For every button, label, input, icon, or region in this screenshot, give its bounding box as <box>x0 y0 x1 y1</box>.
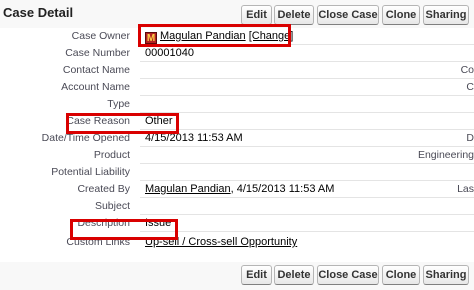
field-row-case-number: Case Number 00001040 <box>0 45 474 62</box>
field-label: Created By <box>77 183 130 195</box>
field-label: Case Owner <box>71 30 130 42</box>
upsell-link[interactable]: Up-sell / Cross-sell Opportunity <box>145 236 297 248</box>
close-case-button-bottom[interactable]: Close Case <box>317 265 379 285</box>
right-field-label: C <box>466 81 474 93</box>
field-value: Up-sell / Cross-sell Opportunity <box>145 236 297 248</box>
field-row-created-by: Created By Magulan Pandian, 4/15/2013 11… <box>0 181 474 198</box>
right-field-label: Las <box>457 183 474 195</box>
created-date: , 4/15/2013 11:53 AM <box>230 183 335 195</box>
field-value: M Magulan Pandian [Change] <box>145 30 293 44</box>
clone-button[interactable]: Clone <box>382 5 420 25</box>
field-label: Case Number <box>65 47 130 59</box>
right-field-label: D <box>466 132 474 144</box>
right-field-label: Engineering <box>417 149 474 161</box>
field-label: Contact Name <box>62 64 130 76</box>
field-value: Other <box>145 115 173 127</box>
edit-button-bottom[interactable]: Edit <box>241 265 272 285</box>
field-row-date-opened: Date/Time Opened 4/15/2013 11:53 AM D <box>0 130 474 147</box>
bottom-button-bar: Edit Delete Close Case Clone Sharing <box>0 265 474 290</box>
field-value: Magulan Pandian, 4/15/2013 11:53 AM <box>145 183 334 195</box>
field-row-description: Description Issue <box>0 215 474 232</box>
field-label: Custom Links <box>66 236 130 248</box>
edit-button[interactable]: Edit <box>241 5 272 25</box>
sharing-button[interactable]: Sharing <box>423 5 469 25</box>
user-avatar-icon: M <box>145 32 157 44</box>
field-value: 4/15/2013 11:53 AM <box>145 132 243 144</box>
change-owner-link[interactable]: [Change] <box>249 30 294 42</box>
field-row-account-name: Account Name C <box>0 79 474 96</box>
owner-link[interactable]: Magulan Pandian <box>160 30 246 42</box>
field-label: Account Name <box>61 81 130 93</box>
delete-button-bottom[interactable]: Delete <box>274 265 314 285</box>
case-detail-section: Case Owner M Magulan Pandian [Change] Cas… <box>0 28 474 262</box>
field-label: Potential Liability <box>51 166 130 178</box>
field-label: Subject <box>94 200 130 212</box>
field-label: Product <box>93 149 130 161</box>
close-case-button[interactable]: Close Case <box>317 5 379 25</box>
right-field-label: Co <box>460 64 474 76</box>
clone-button-bottom[interactable]: Clone <box>382 265 420 285</box>
page-title: Case Detail <box>3 5 74 20</box>
field-row-contact-name: Contact Name Co <box>0 62 474 79</box>
field-row-potential-liability: Potential Liability <box>0 164 474 181</box>
field-row-subject: Subject <box>0 198 474 215</box>
sharing-button-bottom[interactable]: Sharing <box>423 265 469 285</box>
created-by-link[interactable]: Magulan Pandian <box>145 183 231 195</box>
field-row-custom-links: Custom Links Up-sell / Cross-sell Opport… <box>0 232 474 252</box>
field-row-case-owner: Case Owner M Magulan Pandian [Change] <box>0 28 474 45</box>
field-label: Case Reason <box>66 115 130 127</box>
field-value: Issue <box>145 217 172 229</box>
field-label: Type <box>107 98 130 110</box>
field-row-type: Type <box>0 96 474 113</box>
field-value: 00001040 <box>145 47 194 59</box>
field-row-case-reason: Case Reason Other <box>0 113 474 130</box>
detail-header: Case Detail Edit Delete Close Case Clone… <box>0 0 474 28</box>
delete-button[interactable]: Delete <box>274 5 314 25</box>
field-label: Description <box>77 217 130 229</box>
field-label: Date/Time Opened <box>41 132 130 144</box>
field-row-product: Product Engineering <box>0 147 474 164</box>
